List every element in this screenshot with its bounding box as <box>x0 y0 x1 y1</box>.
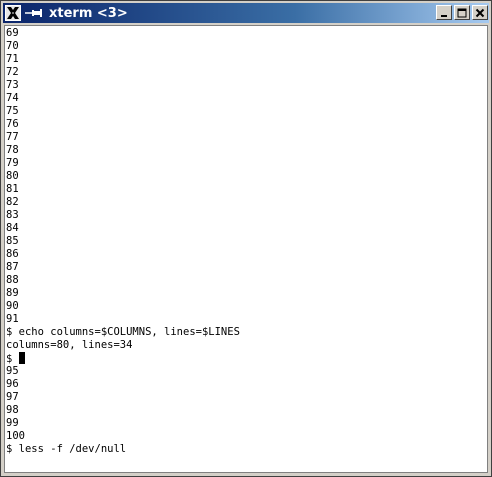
terminal-line: 79 <box>6 157 240 170</box>
terminal-line: 72 <box>6 66 240 79</box>
terminal-line-text: 89 <box>6 287 19 299</box>
terminal-line-text: 80 <box>6 170 19 182</box>
terminal-line: 80 <box>6 170 240 183</box>
terminal-line-text: 82 <box>6 196 19 208</box>
pushpin-icon[interactable] <box>24 5 44 21</box>
terminal-line: 85 <box>6 235 240 248</box>
terminal-line-text: 99 <box>6 417 19 429</box>
terminal-line-text: 69 <box>6 27 19 39</box>
close-icon <box>475 8 485 17</box>
terminal-line: 86 <box>6 248 240 261</box>
terminal-output: 69 70 71 72 73 74 75 76 77 78 79 80 81 82 83 84 85 86 87 88… <box>6 27 240 456</box>
terminal-line: 73 <box>6 79 240 92</box>
close-button[interactable] <box>472 5 488 20</box>
terminal-line: 84 <box>6 222 240 235</box>
terminal-line: 89 <box>6 287 240 300</box>
terminal-line-text: $ less -f /dev/null <box>6 443 127 455</box>
terminal-line-text: 96 <box>6 378 19 390</box>
xterm-window: xterm <3> 69 70 71 72 73 74 75 76 77 78 79 80 81 82 8 <box>0 0 492 477</box>
terminal-line-text: 86 <box>6 248 19 260</box>
terminal-line: 88 <box>6 274 240 287</box>
terminal-area[interactable]: 69 70 71 72 73 74 75 76 77 78 79 80 81 82 83 84 85 86 87 88… <box>4 25 488 473</box>
terminal-line: 75 <box>6 105 240 118</box>
terminal-line-text: 72 <box>6 66 19 78</box>
terminal-line: 87 <box>6 261 240 274</box>
terminal-line: 95 <box>6 365 240 378</box>
terminal-line-text: 85 <box>6 235 19 247</box>
terminal-line-text: $ <box>6 353 19 365</box>
terminal-line: 96 <box>6 378 240 391</box>
maximize-icon <box>457 8 467 17</box>
title-bar[interactable]: xterm <3> <box>3 3 489 23</box>
terminal-line-text: 88 <box>6 274 19 286</box>
terminal-line: 74 <box>6 92 240 105</box>
terminal-line-text: 100 <box>6 430 25 442</box>
terminal-line: 82 <box>6 196 240 209</box>
minimize-button[interactable] <box>436 5 452 20</box>
terminal-line-text: $ echo columns=$COLUMNS, lines=$LINES <box>6 326 240 338</box>
terminal-line-text: 90 <box>6 300 19 312</box>
terminal-line: 70 <box>6 40 240 53</box>
terminal-line-text: 81 <box>6 183 19 195</box>
terminal-line: 100 <box>6 430 240 443</box>
terminal-line-text: 98 <box>6 404 19 416</box>
terminal-line-text: 91 <box>6 313 19 325</box>
window-title: xterm <3> <box>49 5 128 21</box>
terminal-line: 90 <box>6 300 240 313</box>
terminal-line-text: 78 <box>6 144 19 156</box>
terminal-line-text: 75 <box>6 105 19 117</box>
maximize-button[interactable] <box>454 5 470 20</box>
terminal-line-text: 71 <box>6 53 19 65</box>
terminal-line-text: 95 <box>6 365 19 377</box>
terminal-line-text: 73 <box>6 79 19 91</box>
terminal-line: $ <box>6 352 240 365</box>
terminal-line: 99 <box>6 417 240 430</box>
terminal-line: 77 <box>6 131 240 144</box>
terminal-line-text: 77 <box>6 131 19 143</box>
terminal-line-text: 84 <box>6 222 19 234</box>
terminal-line: $ echo columns=$COLUMNS, lines=$LINES <box>6 326 240 339</box>
terminal-line-text: 76 <box>6 118 19 130</box>
text-cursor <box>18 352 25 364</box>
terminal-line: 76 <box>6 118 240 131</box>
terminal-line-text: 70 <box>6 40 19 52</box>
window-controls <box>436 5 488 20</box>
terminal-line-text: 87 <box>6 261 19 273</box>
terminal-line: 71 <box>6 53 240 66</box>
terminal-line: 91 <box>6 313 240 326</box>
terminal-line-text: 74 <box>6 92 19 104</box>
terminal-line: $ less -f /dev/null <box>6 443 240 456</box>
terminal-line: 83 <box>6 209 240 222</box>
terminal-line-text: 79 <box>6 157 19 169</box>
terminal-line: columns=80, lines=34 <box>6 339 240 352</box>
terminal-line: 78 <box>6 144 240 157</box>
terminal-line: 81 <box>6 183 240 196</box>
terminal-line: 98 <box>6 404 240 417</box>
minimize-icon <box>441 14 447 17</box>
terminal-line-text: 97 <box>6 391 19 403</box>
terminal-line: 97 <box>6 391 240 404</box>
terminal-line-text: 83 <box>6 209 19 221</box>
x-logo-icon[interactable] <box>5 5 21 21</box>
terminal-line-text: columns=80, lines=34 <box>6 339 133 351</box>
terminal-line: 69 <box>6 27 240 40</box>
